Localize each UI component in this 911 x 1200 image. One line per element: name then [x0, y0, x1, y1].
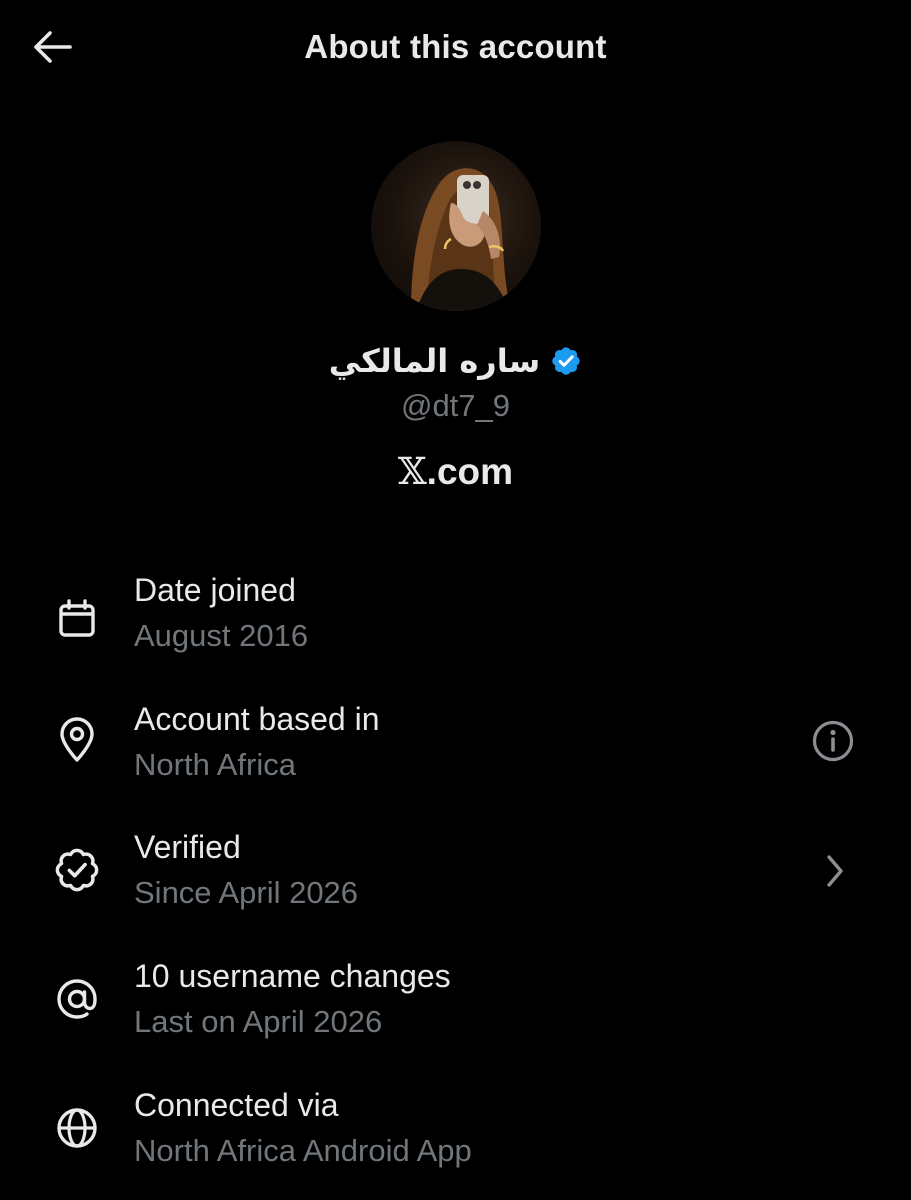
globe-icon	[52, 1103, 102, 1153]
row-title: 10 username changes	[134, 958, 451, 994]
list-item-account-based-in: Account based in North Africa	[0, 699, 911, 809]
info-icon	[812, 720, 854, 762]
row-value: August 2016	[134, 618, 309, 653]
list-item-connected-via: Connected via North Africa Android App	[0, 1085, 911, 1195]
row-value: Last on April 2026	[134, 1004, 383, 1039]
row-title: Date joined	[134, 572, 296, 608]
x-logo-icon: 𝕏	[397, 450, 427, 493]
verified-badge-icon	[552, 347, 580, 375]
profile-handle: @dt7_9	[400, 388, 511, 423]
row-title: Verified	[134, 829, 241, 865]
row-value: Since April 2026	[134, 875, 359, 910]
location-pin-icon	[52, 715, 102, 765]
calendar-icon	[52, 594, 102, 644]
platform-domain: .com	[426, 451, 514, 492]
list-item-verified[interactable]: Verified Since April 2026	[0, 827, 911, 937]
avatar[interactable]	[371, 141, 541, 311]
row-value: North Africa	[134, 747, 296, 782]
chevron-right-icon[interactable]	[808, 845, 860, 897]
profile-name: ساره المالكي	[328, 342, 541, 380]
info-button[interactable]	[807, 715, 859, 767]
platform-link[interactable]: 𝕏.com	[0, 450, 911, 493]
page-title: About this account	[304, 28, 607, 65]
row-title: Account based in	[134, 701, 380, 737]
at-sign-icon	[52, 974, 102, 1024]
list-item-date-joined: Date joined August 2016	[0, 570, 911, 680]
verified-badge-outline-icon	[52, 845, 102, 895]
top-bar: About this account	[0, 0, 911, 96]
row-value: North Africa Android App	[134, 1133, 472, 1168]
row-title: Connected via	[134, 1087, 339, 1123]
profile-name-row: ساره المالكي	[0, 338, 911, 384]
list-item-username-changes: 10 username changes Last on April 2026	[0, 956, 911, 1066]
